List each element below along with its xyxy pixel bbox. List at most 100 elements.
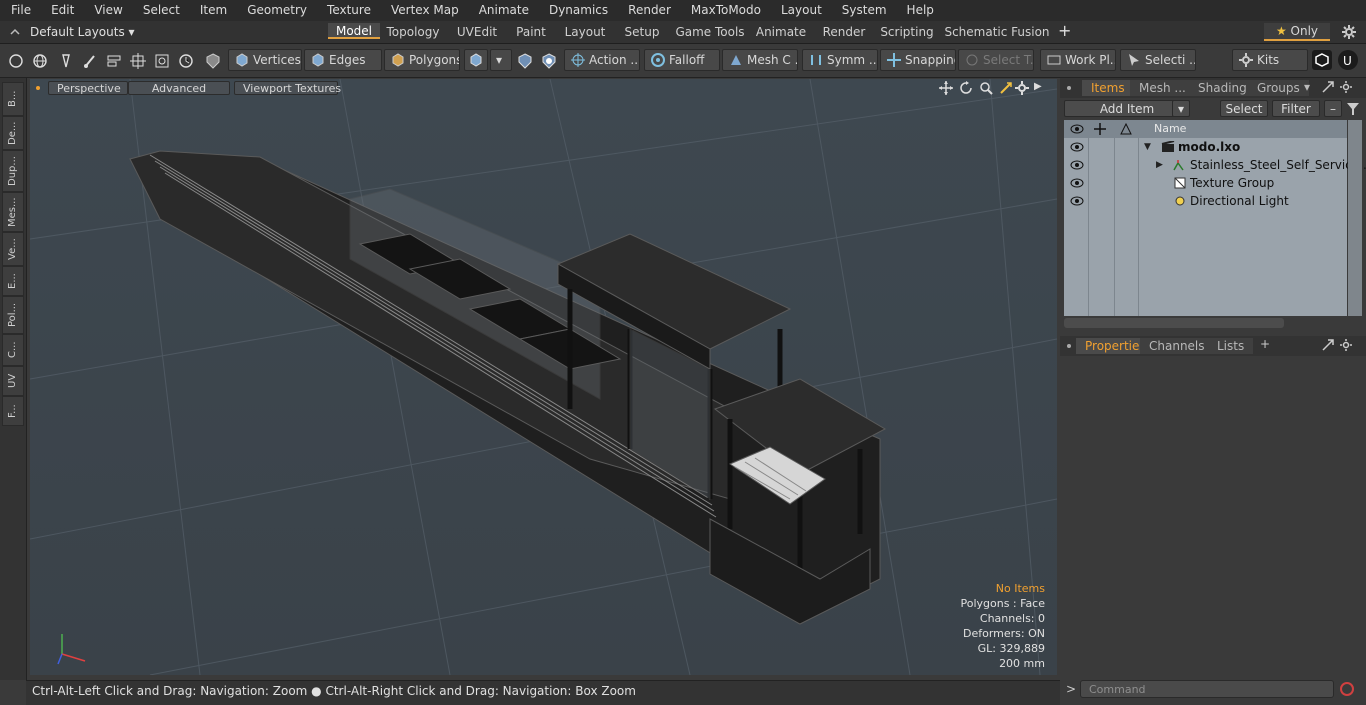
visibility-column-icon[interactable]	[1070, 123, 1084, 138]
menu-layout[interactable]: Layout	[770, 0, 831, 21]
tabs-dropdown-icon[interactable]: ▾	[1304, 80, 1310, 94]
side-tab-7[interactable]: C...	[2, 334, 24, 366]
falloff-button[interactable]: Falloff	[644, 49, 720, 71]
kits-button[interactable]: Kits	[1232, 49, 1308, 71]
menu-select[interactable]: Select	[132, 0, 189, 21]
tab-render[interactable]: Render	[814, 23, 874, 41]
menu-view[interactable]: View	[83, 0, 131, 21]
item-row-modo[interactable]: ▼ modo.lxo	[1064, 138, 1347, 156]
select-through-button[interactable]: Select T...	[958, 49, 1034, 71]
mesh-constraints-button[interactable]: Mesh C ...	[722, 49, 798, 71]
tab-shading[interactable]: Shading	[1189, 80, 1256, 96]
zoom-icon[interactable]	[979, 81, 993, 98]
viewport-textures-button[interactable]: Viewport Textures	[234, 81, 341, 95]
lock-column-icon[interactable]	[1094, 123, 1106, 138]
menu-item[interactable]: Item	[189, 0, 236, 21]
eye-icon[interactable]	[1070, 195, 1084, 210]
name-column-header[interactable]: Name	[1154, 120, 1186, 138]
expand-arrow-icon[interactable]: ▶	[1034, 81, 1042, 92]
item-row-stainless-steel[interactable]: ▶ Stainless_Steel_Self_Service ...	[1064, 156, 1366, 174]
properties-gear-icon[interactable]	[1340, 339, 1352, 354]
properties-maximize-icon[interactable]	[1322, 339, 1334, 354]
3d-viewport[interactable]: No Items Polygons : Face Channels: 0 Def…	[30, 79, 1057, 675]
menu-file[interactable]: File	[0, 0, 40, 21]
tab-topology[interactable]: Topology	[382, 23, 444, 41]
menu-dynamics[interactable]: Dynamics	[538, 0, 617, 21]
pen-icon[interactable]	[58, 53, 74, 72]
only-toggle[interactable]: ★ Only	[1264, 23, 1330, 41]
maximize-icon[interactable]	[999, 81, 1013, 98]
layout-selector[interactable]: Default Layouts ▾	[30, 24, 135, 40]
collapse-icon[interactable]	[8, 25, 22, 39]
menu-texture[interactable]: Texture	[316, 0, 380, 21]
expand-right-icon[interactable]: ▶	[1156, 156, 1163, 174]
globe-icon[interactable]	[32, 53, 48, 72]
action-center-button[interactable]: Action ...	[564, 49, 640, 71]
side-tab-4[interactable]: Ve...	[2, 232, 24, 266]
unity-icon[interactable]	[1312, 50, 1332, 70]
menu-animate[interactable]: Animate	[468, 0, 538, 21]
menu-vertex-map[interactable]: Vertex Map	[380, 0, 468, 21]
rotate-icon[interactable]	[959, 81, 973, 98]
frame-icon[interactable]	[154, 53, 170, 72]
tab-channels[interactable]: Channels	[1140, 338, 1214, 354]
side-tab-9[interactable]: F...	[2, 396, 24, 426]
select-button[interactable]: Select	[1220, 100, 1268, 117]
perspective-button[interactable]: Perspective	[48, 81, 128, 95]
tab-animate[interactable]: Animate	[752, 23, 810, 41]
panel-maximize-icon[interactable]	[1322, 81, 1334, 96]
menu-system[interactable]: System	[831, 0, 896, 21]
mode-dropdown[interactable]: ▾	[490, 49, 512, 71]
expand-down-icon[interactable]: ▼	[1144, 138, 1151, 156]
funnel-icon[interactable]	[1346, 102, 1360, 119]
menu-edit[interactable]: Edit	[40, 0, 83, 21]
gear-icon[interactable]	[1341, 24, 1357, 40]
snapping-button[interactable]: Snapping	[880, 49, 956, 71]
unreal-icon[interactable]: U	[1338, 50, 1358, 70]
item-list-hscrollbar[interactable]	[1064, 318, 1284, 328]
side-tab-5[interactable]: E...	[2, 266, 24, 296]
tab-scripting[interactable]: Scripting	[876, 23, 938, 41]
command-input[interactable]: Command	[1080, 680, 1334, 698]
menu-geometry[interactable]: Geometry	[236, 0, 316, 21]
item-list-scrollbar[interactable]	[1348, 120, 1362, 316]
move-icon[interactable]	[939, 81, 953, 98]
tab-model[interactable]: Model	[328, 23, 380, 39]
shield-icon[interactable]	[204, 52, 222, 73]
filter-button[interactable]: Filter	[1272, 100, 1320, 117]
side-tab-6[interactable]: Pol...	[2, 296, 24, 334]
brush-icon[interactable]	[82, 53, 98, 72]
tab-setup[interactable]: Setup	[616, 23, 668, 41]
menu-maxtomodo[interactable]: MaxToModo	[680, 0, 770, 21]
selection-sets-button[interactable]: Selecti ...	[1120, 49, 1196, 71]
viewport-gear-icon[interactable]	[1015, 81, 1029, 98]
tab-items[interactable]: Items	[1082, 80, 1134, 96]
symmetry-button[interactable]: Symm ...	[802, 49, 878, 71]
center-icon[interactable]	[130, 53, 146, 72]
render-column-icon[interactable]	[1120, 122, 1132, 138]
menu-help[interactable]: Help	[896, 0, 943, 21]
circle-select-icon[interactable]	[8, 53, 24, 72]
soccer-icon[interactable]	[540, 52, 558, 73]
item-row-texture-group[interactable]: Texture Group	[1064, 174, 1347, 192]
advanced-button[interactable]: Advanced	[128, 81, 230, 95]
add-properties-tab-icon[interactable]: +	[1260, 337, 1270, 351]
panel-gear-icon[interactable]	[1340, 81, 1352, 96]
collapse-all-button[interactable]: –	[1324, 100, 1342, 117]
vertices-button[interactable]: Vertices	[228, 49, 302, 71]
viewport-dot-icon[interactable]	[36, 86, 40, 90]
polygons-button[interactable]: Polygons	[384, 49, 460, 71]
item-row-directional-light[interactable]: Directional Light	[1064, 192, 1347, 210]
item-mode-button[interactable]	[464, 49, 488, 71]
tab-groups[interactable]: Groups	[1248, 80, 1309, 96]
add-item-dropdown[interactable]: ▾	[1172, 100, 1190, 117]
side-tab-1[interactable]: De...	[2, 116, 24, 150]
tab-paint[interactable]: Paint	[508, 23, 554, 41]
side-tab-3[interactable]: Mes...	[2, 192, 24, 232]
tab-game-tools[interactable]: Game Tools	[670, 23, 750, 41]
items-panel-dot-icon[interactable]	[1067, 86, 1071, 90]
tab-schematic-fusion[interactable]: Schematic Fusion	[942, 23, 1052, 41]
eye-icon[interactable]	[1070, 177, 1084, 192]
tab-layout[interactable]: Layout	[556, 23, 614, 41]
material-shield-icon[interactable]	[516, 52, 534, 73]
